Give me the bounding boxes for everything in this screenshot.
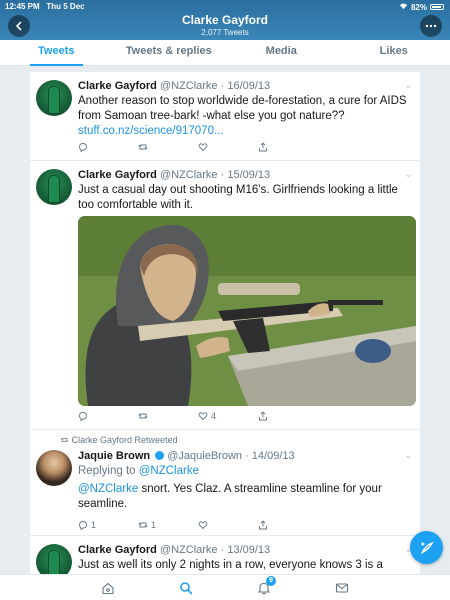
chevron-down-icon[interactable]: ⌄ [404, 450, 412, 461]
tweet-feed[interactable]: Clarke Gayford @NZClarke · 16/09/13 ⌄ An… [0, 66, 450, 574]
compose-feather-icon [420, 541, 433, 554]
battery-percent: 82% [410, 2, 427, 12]
retweet-icon [138, 522, 148, 528]
share-button[interactable] [258, 520, 318, 530]
retweeted-label: Clarke Gayford Retweeted [60, 435, 178, 445]
tweet-text: Just a casual day out shooting M16's. Gi… [78, 184, 398, 211]
like-button[interactable] [198, 142, 258, 152]
nav-search[interactable] [176, 578, 196, 598]
reply-button[interactable]: 1 [78, 520, 138, 530]
retweet-count: 1 [151, 520, 157, 530]
notifications-badge: 9 [266, 575, 276, 586]
author-handle: @NZClarke · 13/09/13 [159, 544, 271, 556]
photo-image [78, 216, 416, 406]
retweet-button[interactable] [138, 142, 198, 152]
profile-header: 12:45 PM Thu 5 Dec 82% Clarke Gayford 2,… [0, 0, 450, 40]
avatar[interactable] [36, 169, 72, 205]
tab-likes[interactable]: Likes [338, 40, 450, 65]
retweet-icon [138, 144, 148, 150]
tweet-card[interactable]: Clarke Gayford @NZClarke · 15/09/13 ⌄ Ju… [30, 161, 420, 429]
status-day: Thu 5 Dec [46, 2, 85, 11]
share-icon [259, 520, 267, 530]
tweet-photo[interactable] [78, 216, 416, 406]
share-button[interactable] [258, 142, 318, 152]
author-name[interactable]: Clarke Gayford [78, 80, 157, 92]
tweet-actions: 4 [78, 411, 318, 421]
reply-icon [79, 412, 87, 421]
retweet-icon [138, 413, 148, 419]
retweet-button[interactable] [138, 411, 198, 421]
reply-button[interactable] [78, 142, 138, 152]
author-name[interactable]: Clarke Gayford [78, 169, 157, 181]
nav-home[interactable] [98, 578, 118, 598]
battery-icon [430, 4, 444, 10]
reply-icon [79, 143, 87, 152]
heart-icon [198, 521, 208, 530]
chevron-down-icon[interactable]: ⌄ [404, 169, 412, 180]
tweet-text: Just as well its only 2 nights in a row,… [78, 559, 383, 571]
author-handle: @NZClarke · 16/09/13 [159, 80, 271, 92]
replying-to-mention[interactable]: @NZClarke [139, 465, 199, 477]
mail-icon [335, 582, 349, 593]
share-button[interactable] [258, 411, 318, 421]
compose-tweet-button[interactable] [410, 531, 443, 564]
share-icon [259, 411, 267, 421]
tweet-actions: 1 1 [78, 520, 318, 530]
tab-media[interactable]: Media [225, 40, 338, 65]
avatar[interactable] [36, 450, 72, 486]
replying-to: Replying to @NZClarke [78, 465, 199, 477]
tab-tweets-and-replies[interactable]: Tweets & replies [113, 40, 226, 65]
like-count: 4 [211, 411, 217, 421]
bottom-nav: 9 [0, 574, 450, 600]
home-icon [102, 582, 114, 594]
nav-notifications[interactable]: 9 [254, 575, 276, 598]
reply-count: 1 [91, 520, 97, 530]
heart-icon [198, 143, 208, 152]
tweet-text: @NZClarke snort. Yes Claz. A streamline … [78, 483, 382, 510]
author-name[interactable]: Clarke Gayford [78, 544, 157, 556]
author-handle: @NZClarke · 15/09/13 [159, 169, 271, 181]
reply-icon [79, 521, 87, 530]
author-name[interactable]: Jaquie Brown [78, 450, 150, 462]
wifi-icon [399, 2, 408, 12]
verified-badge-icon [155, 451, 165, 460]
more-dots-icon [425, 24, 437, 28]
reply-button[interactable] [78, 411, 138, 421]
status-bar: 12:45 PM Thu 5 Dec 82% [0, 0, 450, 12]
nav-messages[interactable] [332, 578, 352, 598]
retweet-icon [60, 437, 69, 443]
profile-title-block: Clarke Gayford 2,077 Tweets [0, 13, 450, 37]
tweet-actions [78, 142, 318, 152]
tweet-link[interactable]: stuff.co.nz/science/917070... [78, 125, 224, 137]
tab-tweets[interactable]: Tweets [0, 40, 113, 66]
retweet-button[interactable]: 1 [138, 520, 198, 530]
avatar[interactable] [36, 544, 72, 574]
avatar[interactable] [36, 80, 72, 116]
like-button[interactable]: 4 [198, 411, 258, 421]
like-button[interactable] [198, 520, 258, 530]
heart-icon [198, 412, 208, 421]
author-handle: @JaquieBrown · 14/09/13 [167, 450, 295, 462]
tweet-text: Another reason to stop worldwide de-fore… [78, 95, 407, 137]
tweet-card[interactable]: Clarke Gayford @NZClarke · 16/09/13 ⌄ An… [30, 72, 420, 160]
tweet-card[interactable]: Clarke Gayford @NZClarke · 13/09/13 ⌄ Ju… [30, 536, 420, 574]
chevron-down-icon[interactable]: ⌄ [404, 80, 412, 91]
mention-link[interactable]: @NZClarke [78, 483, 138, 495]
tweet-count: 2,077 Tweets [201, 28, 249, 37]
profile-tabs: Tweets Tweets & replies Media Likes [0, 40, 450, 66]
status-time: 12:45 PM [5, 2, 40, 11]
tweet-card[interactable]: Clarke Gayford Retweeted Jaquie Brown @J… [30, 430, 420, 535]
search-icon [180, 581, 193, 594]
share-icon [259, 142, 267, 152]
more-button[interactable] [420, 15, 442, 37]
profile-name: Clarke Gayford [181, 13, 269, 27]
